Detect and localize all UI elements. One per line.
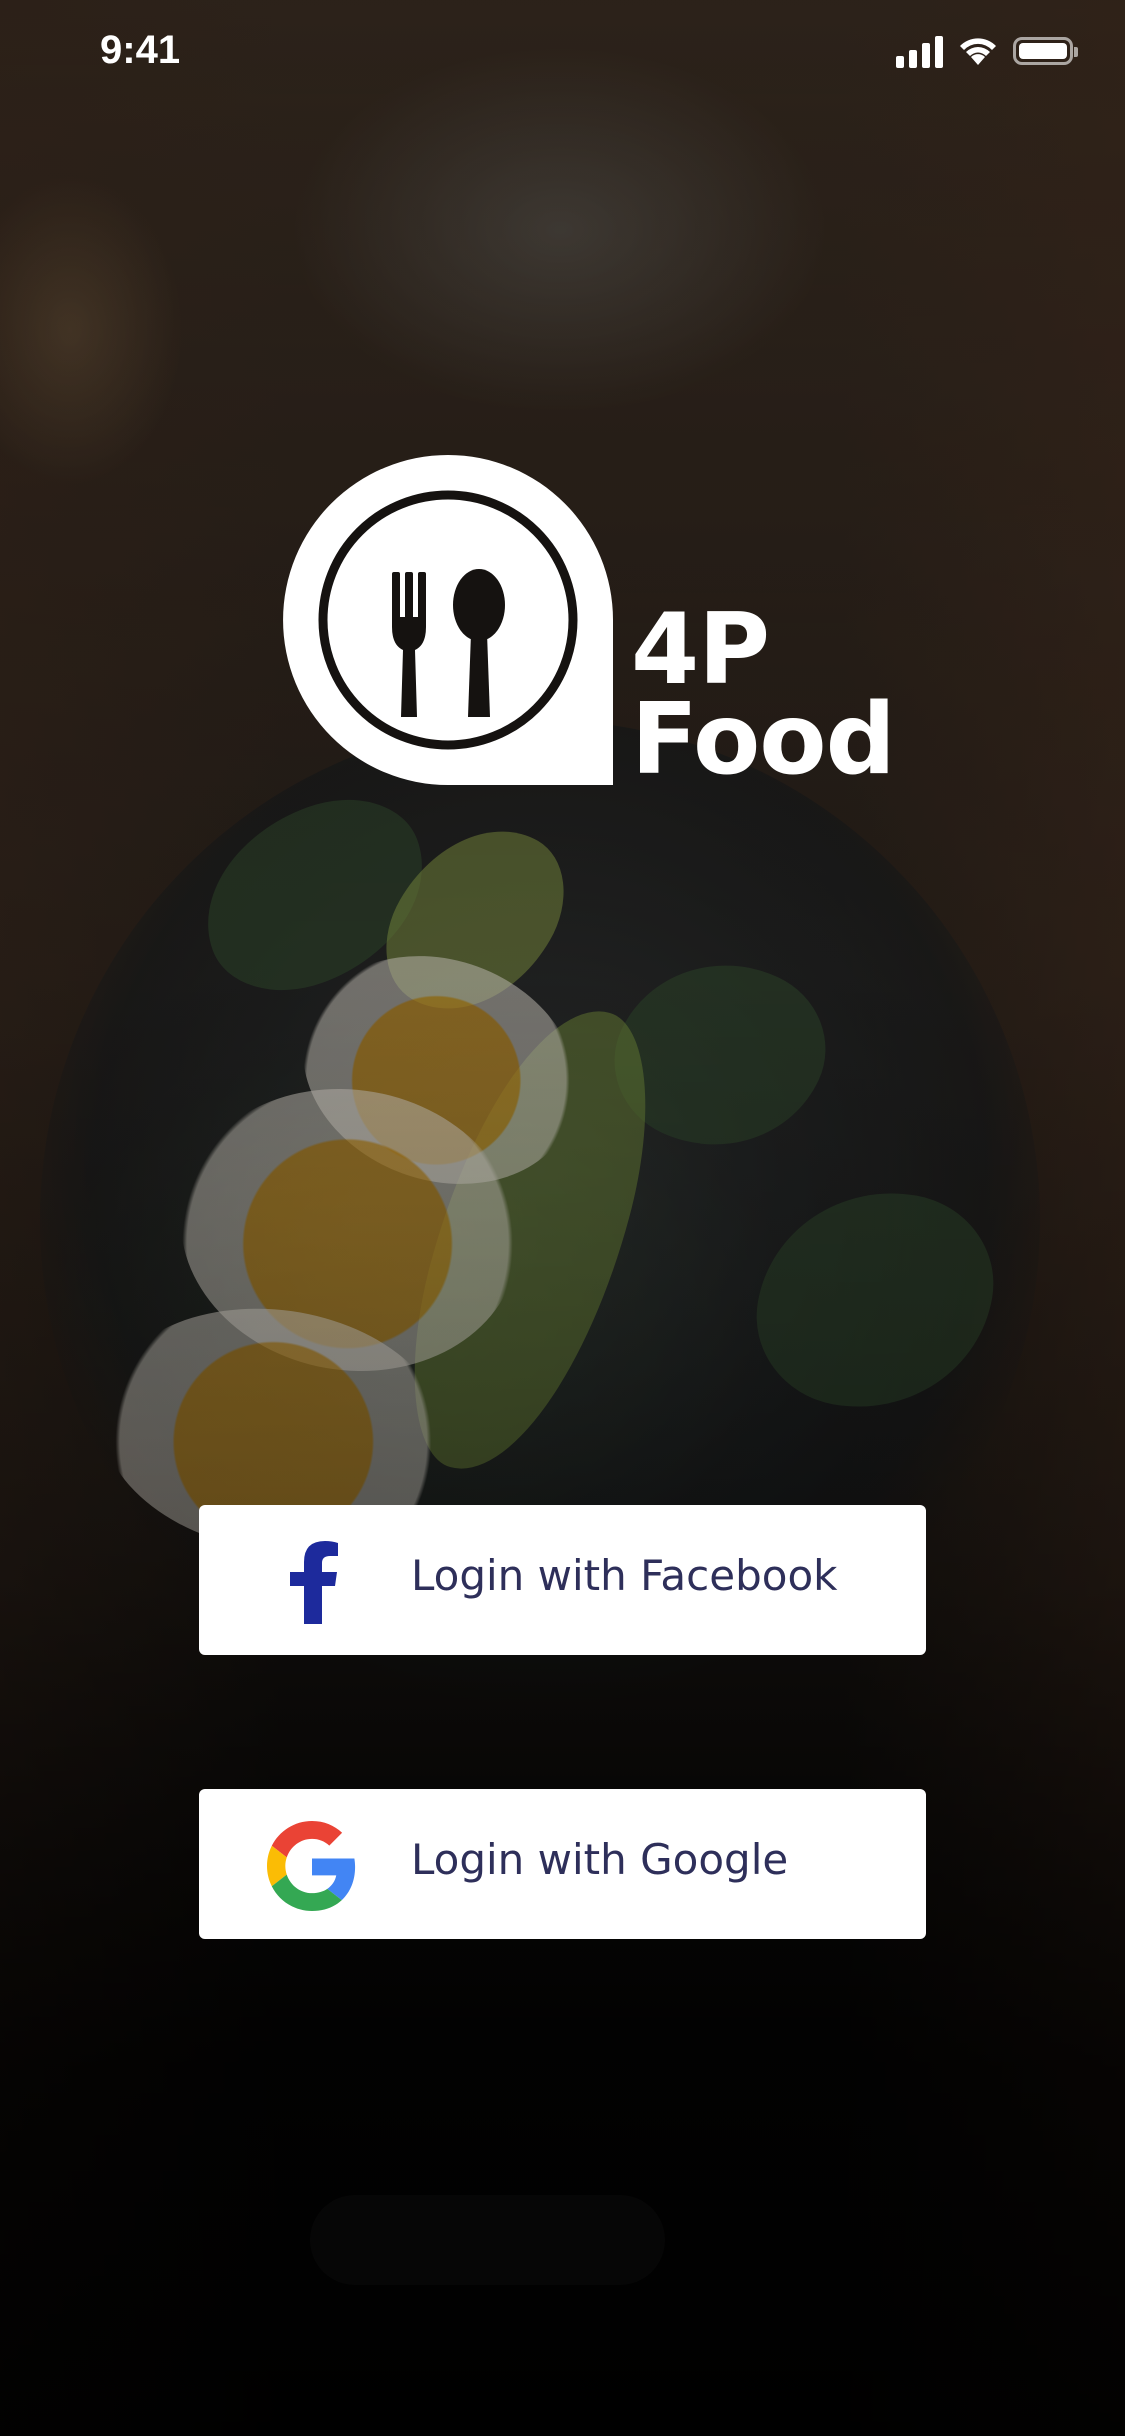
fork-and-spoon-icon <box>283 455 613 785</box>
logo-wordmark: 4P Food <box>631 593 896 797</box>
cellular-signal-icon <box>896 34 943 68</box>
dark-overlay <box>0 0 1125 2436</box>
wifi-icon <box>960 38 996 65</box>
google-icon <box>267 1821 357 1911</box>
logo-line-1: 4P <box>631 593 770 707</box>
status-icons <box>896 34 1078 68</box>
home-area <box>310 2195 665 2285</box>
facebook-icon <box>267 1541 357 1624</box>
login-facebook-button[interactable]: Login with Facebook <box>199 1505 926 1655</box>
logo-line-2: Food <box>631 683 896 797</box>
login-google-button[interactable]: Login with Google <box>199 1789 926 1939</box>
facebook-button-label: Login with Facebook <box>411 1551 838 1600</box>
status-bar: 9:41 <box>0 0 1125 110</box>
app-logo: 4P Food <box>283 455 896 795</box>
status-time: 9:41 <box>100 28 181 72</box>
google-button-label: Login with Google <box>411 1835 789 1884</box>
battery-icon <box>1013 37 1078 65</box>
